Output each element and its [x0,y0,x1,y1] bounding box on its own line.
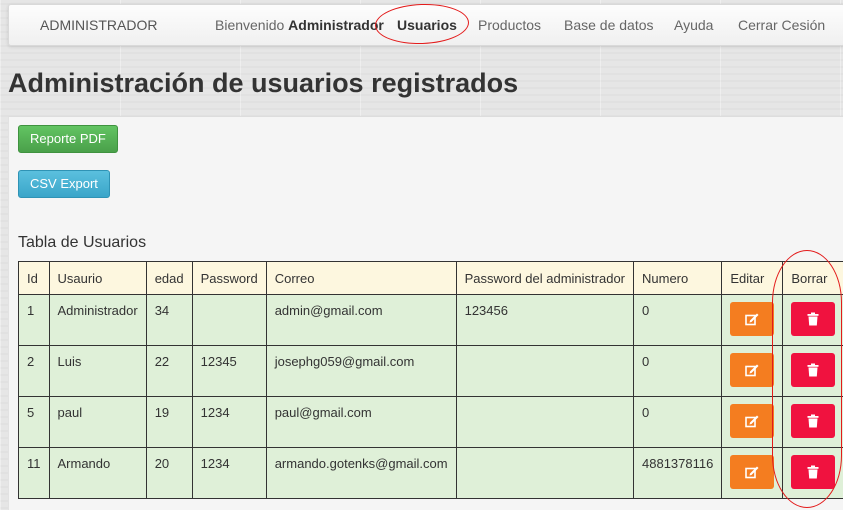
table-row: 2 Luis 22 12345 josephg059@gmail.com 0 [19,346,843,397]
nav-productos[interactable]: Productos [478,17,541,33]
edit-icon [745,415,759,428]
cell-edad: 34 [146,295,192,346]
cell-borrar [783,295,843,346]
nav-ayuda[interactable]: Ayuda [674,17,713,33]
welcome-name: Administrador [288,17,384,33]
edit-icon [745,466,759,479]
table-title: Tabla de Usuarios [18,234,146,252]
cell-borrar [783,448,843,499]
cell-numero: 0 [634,295,722,346]
header-id: Id [19,262,50,295]
cell-editar [722,346,783,397]
trash-icon [807,466,819,479]
nav-base-de-datos[interactable]: Base de datos [564,17,654,33]
cell-correo: josephg059@gmail.com [266,346,456,397]
page-title: Administración de usuarios registrados [8,68,518,99]
nav-usuarios[interactable]: Usuarios [397,17,457,33]
table-row: 5 paul 19 1234 paul@gmail.com 0 [19,397,843,448]
cell-password: 1234 [192,448,266,499]
cell-usuario: Armando [49,448,146,499]
trash-icon [807,415,819,428]
table-row: 11 Armando 20 1234 armando.gotenks@gmail… [19,448,843,499]
header-edad: edad [146,262,192,295]
cell-id: 1 [19,295,50,346]
delete-button[interactable] [791,455,835,489]
edit-button[interactable] [730,455,774,489]
edit-button[interactable] [730,302,774,336]
header-borrar: Borrar [783,262,843,295]
cell-correo: paul@gmail.com [266,397,456,448]
users-table: Id Usaurio edad Password Correo Password… [18,261,843,499]
cell-editar [722,295,783,346]
cell-usuario: Administrador [49,295,146,346]
cell-edad: 20 [146,448,192,499]
header-correo: Correo [266,262,456,295]
header-usuario: Usaurio [49,262,146,295]
table-header-row: Id Usaurio edad Password Correo Password… [19,262,843,295]
cell-password-admin [456,397,633,448]
welcome-text: Bienvenido Administrador [215,17,384,33]
header-numero: Numero [634,262,722,295]
cell-id: 11 [19,448,50,499]
cell-password-admin [456,346,633,397]
top-navbar: ADMINISTRADOR Bienvenido Administrador U… [8,4,843,46]
cell-id: 5 [19,397,50,448]
cell-password [192,295,266,346]
cell-borrar [783,346,843,397]
edit-icon [745,313,759,326]
trash-icon [807,364,819,377]
cell-edad: 19 [146,397,192,448]
header-editar: Editar [722,262,783,295]
welcome-prefix: Bienvenido [215,17,284,33]
delete-button[interactable] [791,302,835,336]
cell-borrar [783,397,843,448]
content-panel: Reporte PDF CSV Export Tabla de Usuarios… [8,116,843,510]
table-row: 1 Administrador 34 admin@gmail.com 12345… [19,295,843,346]
cell-id: 2 [19,346,50,397]
cell-edad: 22 [146,346,192,397]
cell-password-admin [456,448,633,499]
edit-icon [745,364,759,377]
pdf-report-button[interactable]: Reporte PDF [18,125,118,153]
cell-password: 1234 [192,397,266,448]
cell-numero: 4881378116 [634,448,722,499]
edit-button[interactable] [730,353,774,387]
brand-link[interactable]: ADMINISTRADOR [40,17,157,33]
cell-editar [722,397,783,448]
cell-password: 12345 [192,346,266,397]
cell-numero: 0 [634,346,722,397]
cell-correo: armando.gotenks@gmail.com [266,448,456,499]
csv-export-button[interactable]: CSV Export [18,170,110,198]
edit-button[interactable] [730,404,774,438]
delete-button[interactable] [791,353,835,387]
header-password: Password [192,262,266,295]
header-password-admin: Password del administrador [456,262,633,295]
nav-cerrar-sesion[interactable]: Cerrar Cesión [738,17,825,33]
cell-usuario: Luis [49,346,146,397]
cell-numero: 0 [634,397,722,448]
cell-usuario: paul [49,397,146,448]
delete-button[interactable] [791,404,835,438]
trash-icon [807,313,819,326]
cell-editar [722,448,783,499]
cell-password-admin: 123456 [456,295,633,346]
cell-correo: admin@gmail.com [266,295,456,346]
